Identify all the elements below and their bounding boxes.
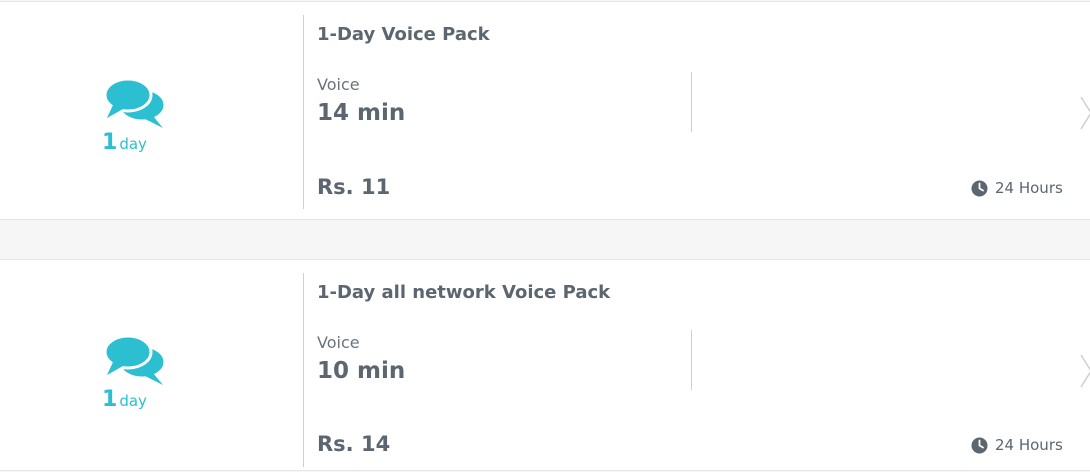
duration-unit: day xyxy=(119,135,147,153)
duration-badge: 1 day xyxy=(102,130,147,155)
pack-title: 1-Day Voice Pack xyxy=(317,24,490,45)
benefit-divider xyxy=(691,72,692,132)
duration-unit: day xyxy=(119,392,147,410)
validity: 24 Hours xyxy=(971,178,1063,198)
pack-card[interactable]: 1 day 1-Day all network Voice Pack Voice … xyxy=(0,259,1090,471)
benefit-label: Voice xyxy=(317,75,360,94)
pack-title: 1-Day all network Voice Pack xyxy=(317,282,611,303)
benefit-divider xyxy=(691,330,692,390)
validity: 24 Hours xyxy=(971,435,1063,455)
pack-price: Rs. 11 xyxy=(317,175,391,199)
chat-bubbles-icon xyxy=(103,78,167,128)
duration-number: 1 xyxy=(102,387,118,412)
chat-bubbles-icon xyxy=(103,335,167,385)
chevron-right-icon[interactable] xyxy=(1079,353,1090,389)
chevron-right-icon[interactable] xyxy=(1079,95,1090,131)
duration-badge: 1 day xyxy=(102,387,147,412)
clock-icon xyxy=(971,180,988,196)
benefit-value: 10 min xyxy=(317,358,406,384)
validity-text: 24 Hours xyxy=(995,179,1063,197)
pack-price: Rs. 14 xyxy=(317,432,391,456)
clock-icon xyxy=(971,437,988,453)
benefit-label: Voice xyxy=(317,333,360,352)
pack-icon-column xyxy=(1,2,293,219)
benefit-value: 14 min xyxy=(317,100,406,126)
pack-card[interactable]: 1 day 1-Day Voice Pack Voice 14 min Rs. 1… xyxy=(0,1,1090,220)
vertical-divider xyxy=(303,15,304,209)
duration-number: 1 xyxy=(102,130,118,155)
pack-icon-column xyxy=(1,260,293,470)
validity-text: 24 Hours xyxy=(995,436,1063,454)
vertical-divider xyxy=(303,273,304,467)
